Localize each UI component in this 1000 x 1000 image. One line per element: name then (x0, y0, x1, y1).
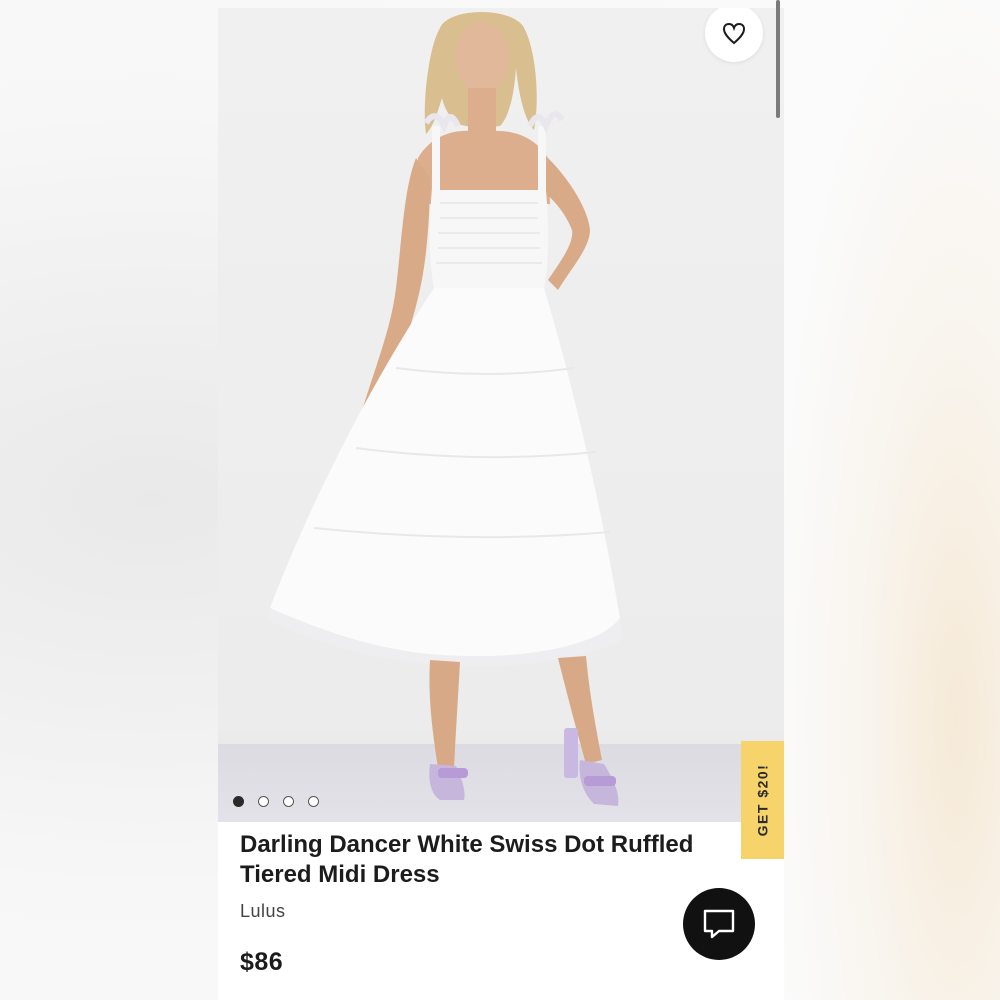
carousel-dot[interactable] (308, 796, 319, 807)
promo-tab-label: GET $20! (754, 763, 771, 837)
model-illustration (268, 11, 622, 806)
promo-tab[interactable]: GET $20! (741, 741, 784, 859)
product-image[interactable] (218, 8, 784, 822)
carousel-dots (233, 796, 319, 807)
carousel-dot[interactable] (283, 796, 294, 807)
chat-button[interactable] (683, 888, 755, 960)
product-title: Darling Dancer White Swiss Dot Ruffled T… (240, 831, 694, 888)
background-blur-right (783, 0, 1000, 1000)
scrollbar-thumb[interactable] (776, 0, 780, 118)
carousel-dot[interactable] (258, 796, 269, 807)
product-page: Darling Dancer White Swiss Dot Ruffled T… (218, 8, 784, 1000)
product-price: $86 (240, 948, 284, 976)
carousel-dot[interactable] (233, 796, 244, 807)
product-brand[interactable]: Lulus (240, 901, 286, 922)
chat-bubble-icon (703, 909, 735, 939)
heart-outline-icon (722, 22, 746, 45)
